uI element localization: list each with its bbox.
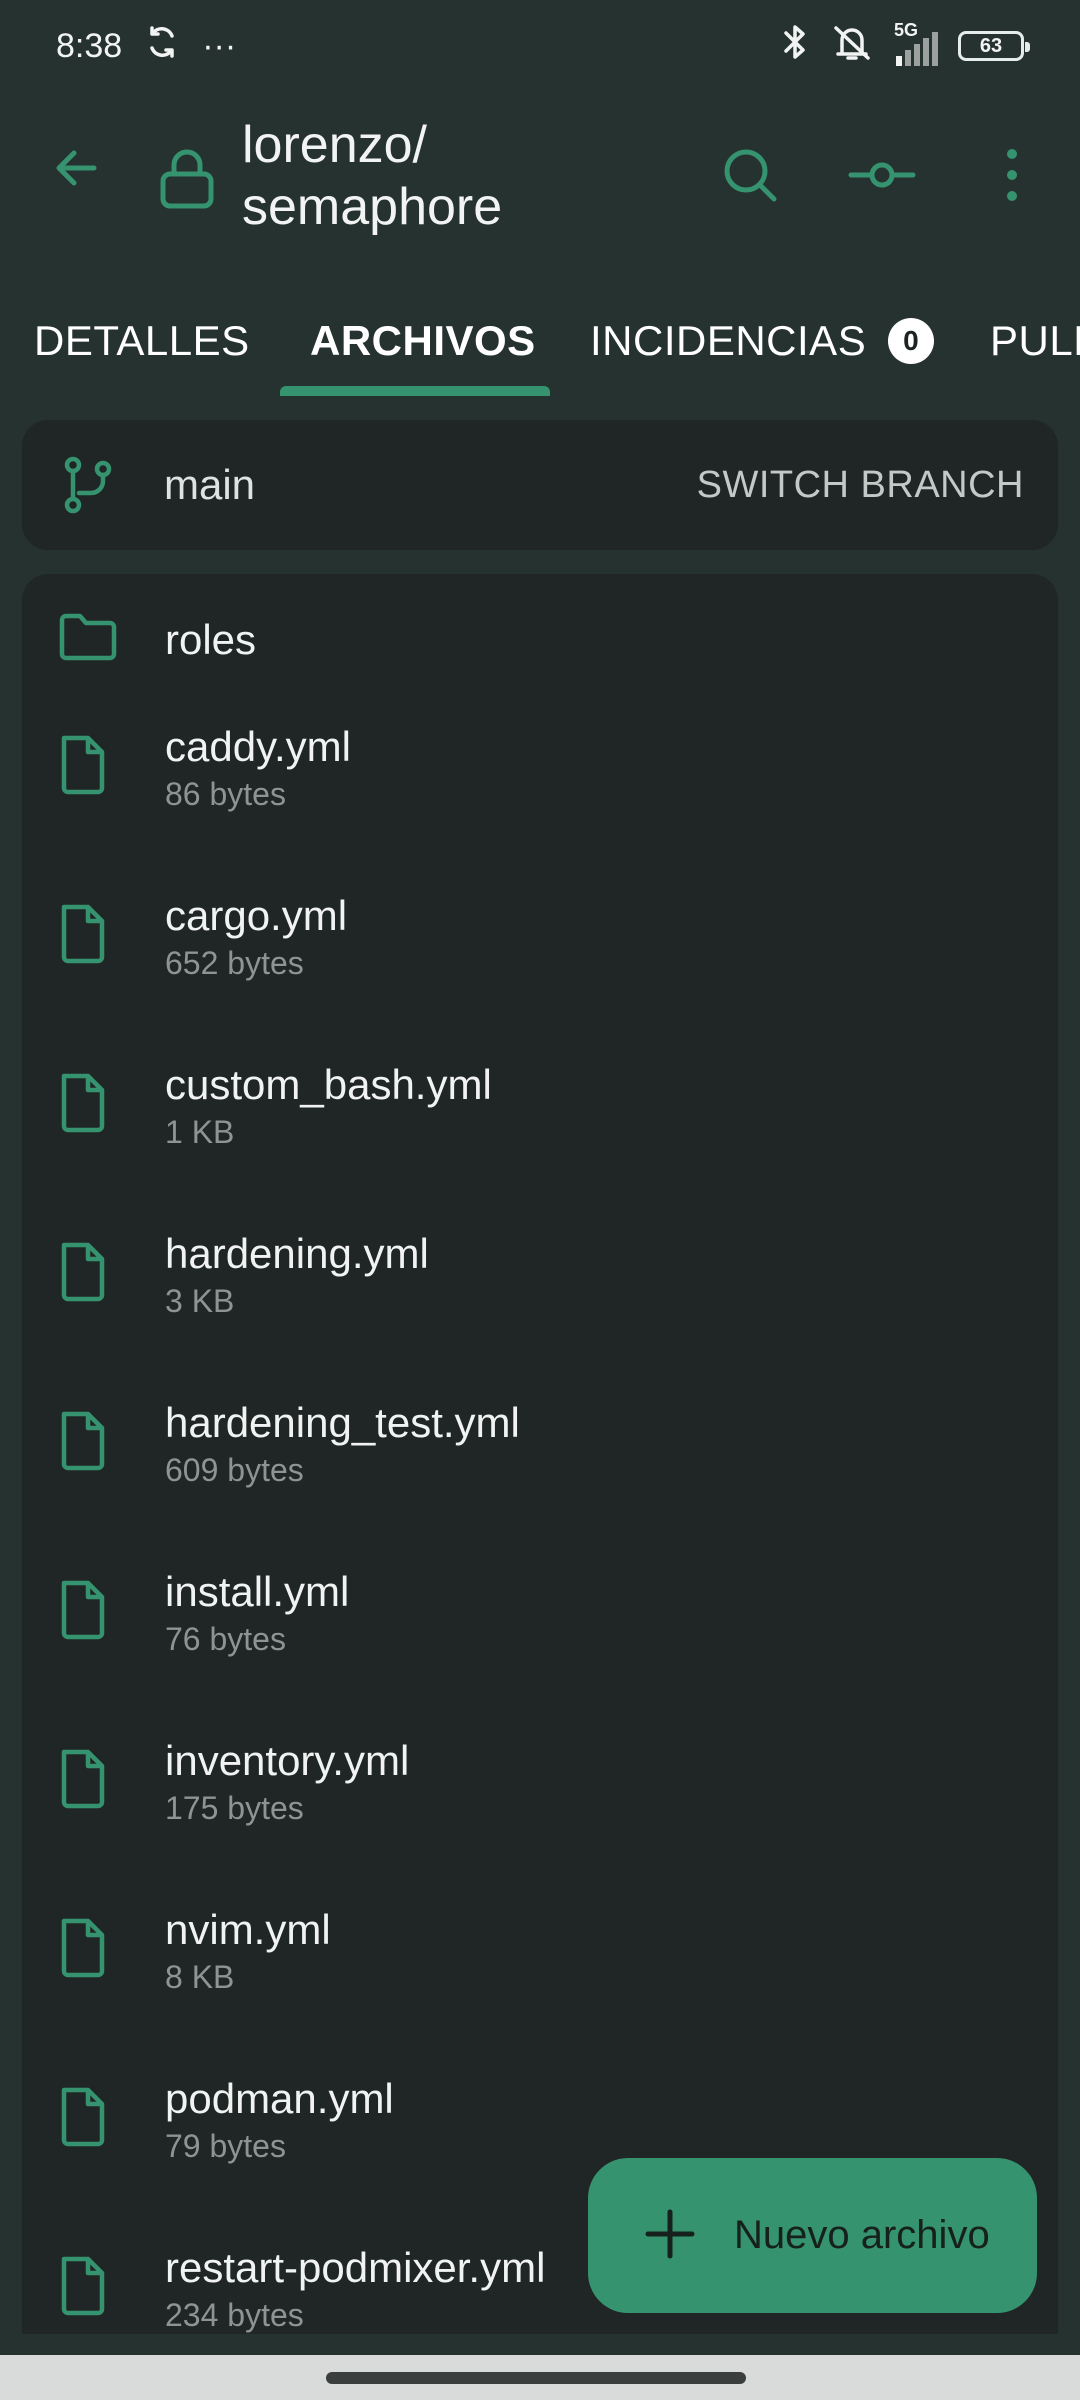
- file-size: 8 KB: [165, 1959, 235, 1995]
- file-icon: [58, 1241, 108, 1308]
- file-name: cargo.yml: [165, 892, 348, 939]
- new-file-label: Nuevo archivo: [734, 2213, 990, 2257]
- file-icon: [58, 1410, 108, 1477]
- tab-label: PULL REQUESTS: [990, 317, 1080, 364]
- file-size: 76 bytes: [165, 1621, 286, 1657]
- tab-label: ARCHIVOS: [310, 317, 536, 364]
- file-icon: [58, 1579, 108, 1646]
- file-icon: [58, 1072, 108, 1139]
- status-bar: 8:38 ··· 5G 63: [0, 0, 1080, 92]
- file-icon: [58, 2255, 108, 2322]
- tab-detalles[interactable]: DETALLES: [34, 282, 250, 400]
- tab-bar: DETALLES ARCHIVOS INCIDENCIAS 0 PULL REQ…: [0, 282, 1080, 400]
- app-bar: lorenzo/ semaphore: [0, 92, 1080, 262]
- git-branch-icon: [62, 456, 114, 519]
- tab-incidencias[interactable]: INCIDENCIAS 0: [590, 282, 935, 400]
- file-name: restart-podmixer.yml: [165, 2244, 546, 2291]
- file-name: caddy.yml: [165, 723, 351, 770]
- file-icon: [58, 734, 108, 801]
- tab-label: DETALLES: [34, 317, 250, 364]
- list-item[interactable]: nvim.yml 8 KB: [22, 1885, 1058, 2054]
- file-name: hardening.yml: [165, 1230, 429, 1277]
- home-gesture-handle[interactable]: [326, 2372, 746, 2384]
- branch-name: main: [164, 461, 256, 508]
- more-vertical-icon: [1007, 149, 1017, 201]
- list-item[interactable]: custom_bash.yml 1 KB: [22, 1040, 1058, 1209]
- file-size: 1 KB: [165, 1114, 235, 1150]
- commit-icon: [848, 162, 916, 188]
- arrow-left-icon: [56, 150, 97, 186]
- file-name: podman.yml: [165, 2075, 394, 2122]
- new-file-button[interactable]: Nuevo archivo: [588, 2158, 1037, 2313]
- list-item[interactable]: hardening.yml 3 KB: [22, 1209, 1058, 1378]
- commits-button[interactable]: [842, 137, 922, 213]
- active-tab-indicator: [280, 386, 550, 396]
- file-name: hardening_test.yml: [165, 1399, 520, 1446]
- tab-archivos[interactable]: ARCHIVOS: [310, 282, 536, 400]
- status-left: 8:38 ···: [56, 22, 236, 71]
- issues-count-badge: 0: [888, 318, 935, 364]
- battery-icon: 63: [958, 31, 1030, 61]
- signal-icon: 5G: [894, 20, 938, 66]
- search-icon: [724, 149, 777, 202]
- bluetooth-icon: [780, 22, 810, 71]
- vibrate-off-icon: [830, 22, 874, 71]
- file-icon: [58, 1748, 108, 1815]
- list-item[interactable]: caddy.yml 86 bytes: [22, 702, 1058, 871]
- sync-icon: [142, 22, 182, 71]
- network-type: 5G: [894, 20, 919, 40]
- tab-pull-requests[interactable]: PULL REQUESTS: [990, 282, 1080, 400]
- file-name: install.yml: [165, 1568, 350, 1615]
- repo-name: semaphore: [242, 178, 503, 236]
- status-time: 8:38: [56, 26, 123, 65]
- more-options-button[interactable]: [982, 137, 1042, 213]
- file-size: 652 bytes: [165, 945, 304, 981]
- file-size: 86 bytes: [165, 776, 286, 812]
- lock-icon: [152, 144, 222, 214]
- file-name: inventory.yml: [165, 1737, 410, 1784]
- more-notifications-icon: ···: [202, 26, 237, 65]
- file-name: custom_bash.yml: [165, 1061, 492, 1108]
- file-name: roles: [165, 616, 257, 663]
- folder-icon: [58, 612, 118, 667]
- file-size: 234 bytes: [165, 2297, 304, 2333]
- list-item[interactable]: hardening_test.yml 609 bytes: [22, 1378, 1058, 1547]
- list-item[interactable]: inventory.yml 175 bytes: [22, 1716, 1058, 1885]
- list-item[interactable]: install.yml 76 bytes: [22, 1547, 1058, 1716]
- file-icon: [58, 903, 108, 970]
- tab-label: INCIDENCIAS: [590, 317, 867, 364]
- status-right: 5G 63: [780, 20, 1030, 71]
- file-size: 175 bytes: [165, 1790, 304, 1826]
- file-size: 609 bytes: [165, 1452, 304, 1488]
- file-icon: [58, 2086, 108, 2153]
- file-list: roles caddy.yml 86 bytes cargo.yml 652 b…: [22, 574, 1058, 2334]
- file-size: 3 KB: [165, 1283, 235, 1319]
- back-button[interactable]: [40, 132, 112, 204]
- branch-selector[interactable]: main SWITCH BRANCH: [22, 420, 1058, 550]
- repo-owner: lorenzo/: [242, 116, 427, 174]
- search-button[interactable]: [712, 137, 788, 213]
- list-item[interactable]: cargo.yml 652 bytes: [22, 871, 1058, 1040]
- list-item-folder[interactable]: roles: [22, 574, 1058, 702]
- system-nav-bar: [0, 2355, 1080, 2400]
- page-title: lorenzo/ semaphore: [242, 114, 662, 238]
- file-size: 79 bytes: [165, 2128, 286, 2164]
- file-icon: [58, 1917, 108, 1984]
- plus-icon: [640, 2204, 700, 2269]
- file-name: nvim.yml: [165, 1906, 331, 1953]
- switch-branch-button[interactable]: SWITCH BRANCH: [697, 464, 1024, 507]
